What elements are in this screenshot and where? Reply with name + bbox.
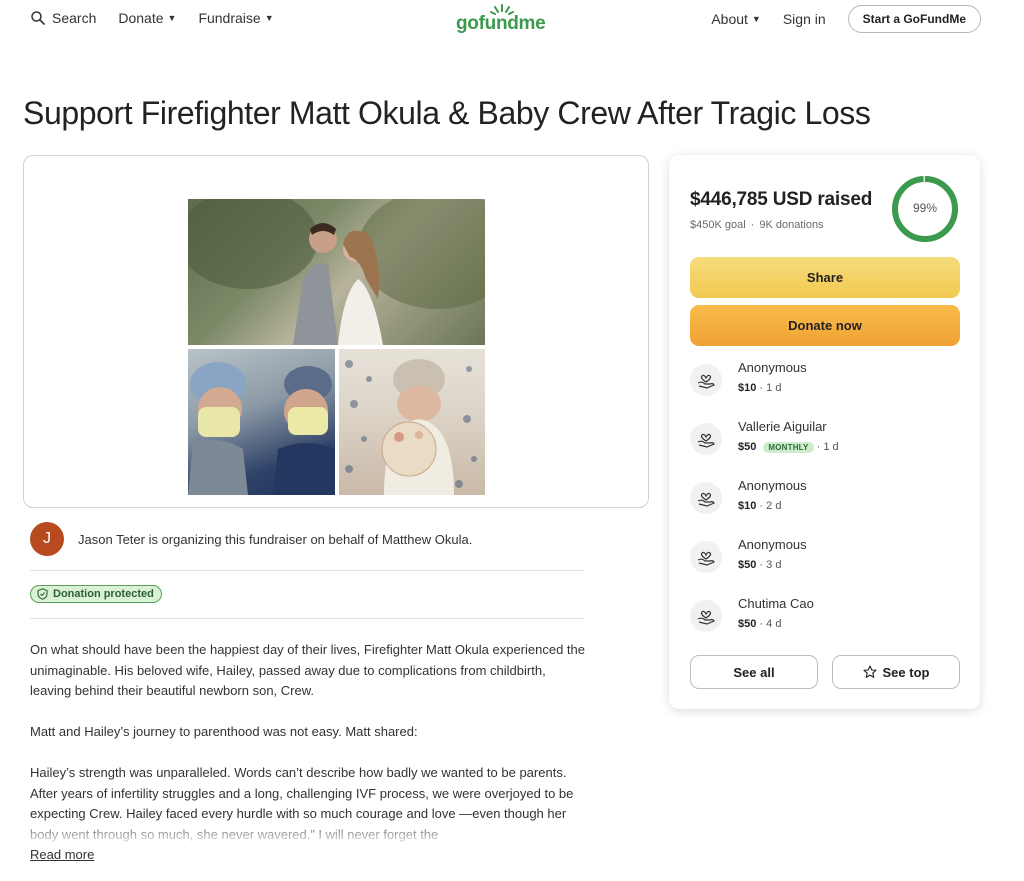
separator-dot: · (756, 618, 767, 630)
heart-hand-icon (690, 600, 722, 632)
search-link[interactable]: Search (30, 10, 96, 26)
see-top-label: See top (882, 664, 930, 680)
donation-item: Anonymous $10 · 1 d (690, 360, 960, 402)
donor-name: Anonymous (738, 478, 807, 493)
wedding-photo (188, 199, 485, 345)
divider (30, 570, 584, 571)
goal-amount: $450K goal (690, 219, 746, 231)
donation-protected-badge[interactable]: Donation protected (30, 585, 162, 603)
donation-amount: $50 (738, 618, 757, 630)
monthly-badge: MONTHLY (763, 441, 814, 453)
donation-time: 2 d (766, 500, 782, 512)
donation-item: Vallerie Aiguilar $50 MONTHLY · 1 d (690, 419, 960, 461)
start-gofundme-button[interactable]: Start a GoFundMe (847, 5, 981, 33)
separator-dot: · (813, 441, 824, 453)
donation-meta: $50 MONTHLY · 1 d (738, 441, 839, 453)
chevron-down-icon: ▼ (264, 13, 274, 23)
chevron-down-icon: ▼ (751, 14, 761, 24)
separator-dot: · (756, 500, 767, 512)
search-label: Search (52, 10, 97, 26)
page-title: Support Firefighter Matt Okula & Baby Cr… (23, 95, 871, 131)
about-menu-label: About (711, 11, 748, 27)
donation-amount: $10 (738, 382, 757, 394)
donation-amount: $10 (738, 500, 757, 512)
donate-now-button[interactable]: Donate now (690, 305, 960, 346)
donate-menu-label: Donate (118, 10, 164, 26)
header-nav-right: About ▼ Sign in Start a GoFundMe (711, 5, 981, 33)
donor-name: Chutima Cao (738, 596, 814, 611)
donor-name: Anonymous (738, 537, 807, 552)
donation-item: Chutima Cao $50 · 4 d (690, 596, 960, 638)
heart-hand-icon (690, 482, 722, 514)
fundraise-menu[interactable]: Fundraise ▼ (198, 10, 273, 26)
fundraise-menu-label: Fundraise (198, 10, 261, 26)
avatar[interactable]: J (30, 522, 64, 556)
see-top-button[interactable]: See top (832, 655, 960, 689)
read-more-link[interactable]: Read more (30, 847, 94, 862)
organizer-row: J Jason Teter is organizing this fundrai… (30, 522, 472, 556)
organizer-text: Jason Teter is organizing this fundraise… (78, 531, 473, 547)
amount-raised: $446,785 USD raised (690, 189, 873, 210)
heart-hand-icon (690, 364, 722, 396)
donation-meta: $10 · 1 d (738, 382, 781, 394)
donation-protected-label: Donation protected (53, 588, 154, 600)
see-all-button[interactable]: See all (690, 655, 818, 689)
heart-hand-icon (690, 423, 722, 455)
separator-dot: · (756, 559, 767, 571)
donation-time: 1 d (823, 441, 839, 453)
about-menu[interactable]: About ▼ (711, 11, 761, 27)
heart-hand-icon (690, 541, 722, 573)
separator-dot: · (756, 382, 767, 394)
newborn-photo (339, 349, 485, 495)
sign-in-link[interactable]: Sign in (783, 11, 826, 27)
separator-dot: · (750, 219, 755, 231)
progress-percent: 99% (912, 201, 938, 215)
hospital-photo (188, 349, 335, 495)
header-nav-left: Search Donate ▼ Fundraise ▼ (30, 9, 296, 27)
chevron-down-icon: ▼ (167, 13, 177, 23)
goal-summary: $450K goal · 9K donations (690, 219, 824, 231)
story-fade (30, 822, 590, 844)
donation-sidebar: $446,785 USD raised $450K goal · 9K donati… (669, 155, 980, 709)
shield-icon (37, 588, 48, 600)
donation-meta: $50 · 3 d (738, 559, 781, 571)
campaign-media[interactable] (23, 155, 649, 508)
donor-name: Anonymous (738, 360, 807, 375)
story-paragraph: On what should have been the happiest da… (30, 642, 585, 698)
star-icon (862, 665, 877, 678)
logo-text: gofundme (456, 13, 546, 34)
donation-item: Anonymous $10 · 2 d (690, 478, 960, 520)
search-icon (31, 11, 45, 25)
donation-amount: $50 (738, 559, 757, 571)
donation-meta: $10 · 2 d (738, 500, 781, 512)
donate-menu[interactable]: Donate ▼ (118, 10, 176, 26)
story-paragraph: Matt and Hailey’s journey to parenthood … (30, 724, 418, 739)
donor-name: Vallerie Aiguilar (738, 419, 827, 434)
divider (30, 618, 584, 619)
donation-amount: $50 (738, 441, 757, 453)
donation-meta: $50 · 4 d (738, 618, 781, 630)
donation-count: 9K donations (759, 219, 824, 231)
donation-time: 3 d (766, 559, 782, 571)
gofundme-logo[interactable]: gofundme (456, 4, 548, 34)
donation-time: 1 d (766, 382, 782, 394)
donation-item: Anonymous $50 · 3 d (690, 537, 960, 579)
share-button[interactable]: Share (690, 257, 960, 298)
donation-time: 4 d (766, 618, 782, 630)
